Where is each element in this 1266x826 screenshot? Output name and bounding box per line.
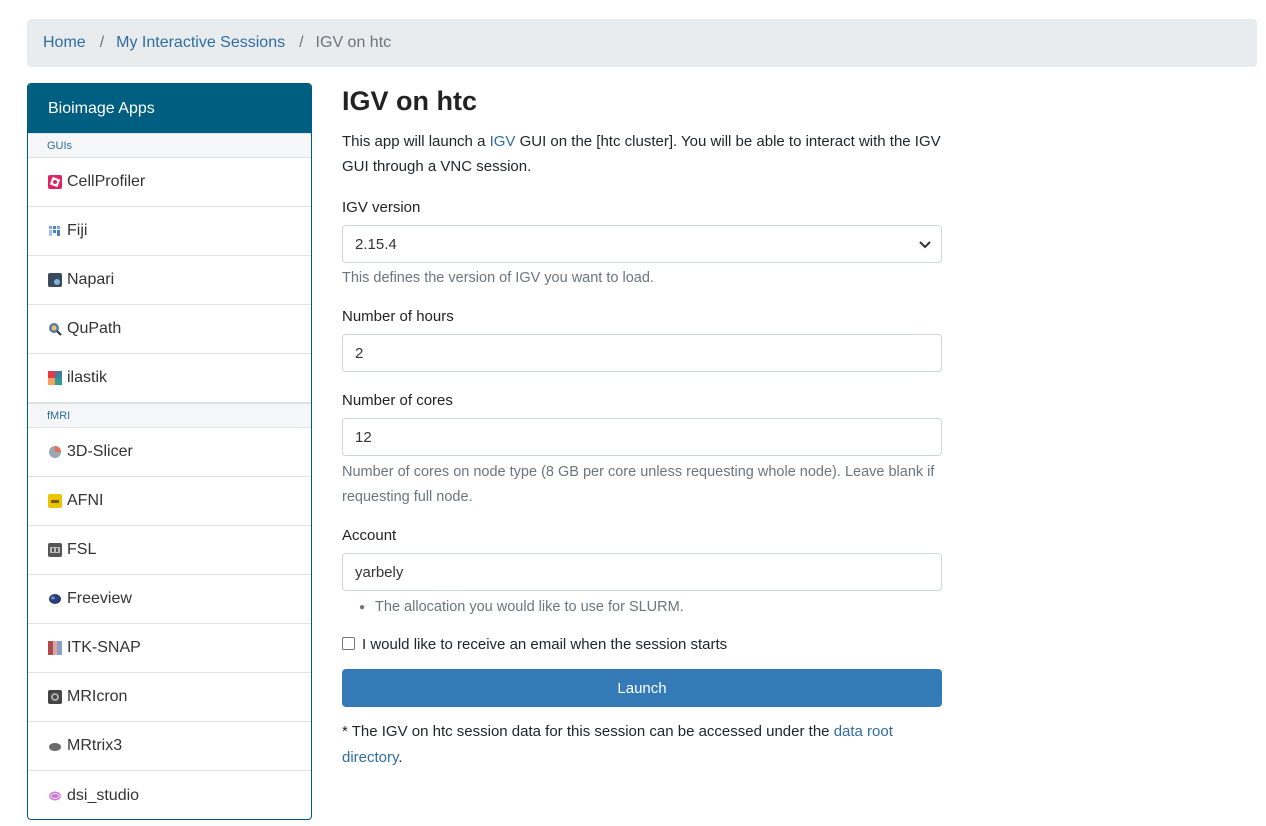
email-checkbox[interactable] xyxy=(342,637,355,650)
sidebar-item-fsl[interactable]: FSL xyxy=(28,526,311,575)
igv-link[interactable]: IGV xyxy=(490,133,516,150)
sidebar-item-label: FSL xyxy=(67,541,97,558)
sidebar-item-mricron[interactable]: MRIcron xyxy=(28,673,311,722)
account-value: yarbely xyxy=(355,563,404,581)
sidebar-item-label: Fiji xyxy=(67,222,88,239)
igv-version-help: This defines the version of IGV you want… xyxy=(342,270,654,286)
sidebar-item-ilastik[interactable]: ilastik xyxy=(28,354,311,403)
sidebar-section-fmri: fMRI xyxy=(28,403,311,428)
chevron-down-icon xyxy=(919,236,931,253)
sidebar-item-napari[interactable]: Napari xyxy=(28,256,311,305)
breadcrumb-sessions-link[interactable]: My Interactive Sessions xyxy=(116,34,285,52)
app-description: This app will launch a IGV GUI on the [h… xyxy=(342,133,941,175)
sidebar-item-label: CellProfiler xyxy=(67,173,146,190)
sidebar-item-freeview[interactable]: Freeview xyxy=(28,575,311,624)
sidebar-item-label: QuPath xyxy=(67,320,122,337)
footer-note: * The IGV on htc session data for this s… xyxy=(342,723,893,766)
account-label: Account xyxy=(342,527,397,544)
bullet-icon: ● xyxy=(359,602,366,613)
sidebar-item-qupath[interactable]: QuPath xyxy=(28,305,311,354)
sidebar-item-fiji[interactable]: Fiji xyxy=(28,207,311,256)
hours-value: 2 xyxy=(355,344,364,362)
igv-version-label: IGV version xyxy=(342,199,421,216)
email-checkbox-label[interactable]: I would like to receive an email when th… xyxy=(362,636,727,653)
sidebar-item-label: ilastik xyxy=(67,369,108,386)
session-form: IGV on htc This app will launch a IGV GU… xyxy=(342,83,942,771)
sidebar-item-label: AFNI xyxy=(67,492,104,509)
igv-version-select[interactable]: 2.15.4 xyxy=(342,225,942,263)
sidebar-section-guis: GUIs xyxy=(28,133,311,158)
sidebar-item-label: MRIcron xyxy=(67,688,128,705)
breadcrumb-separator: / xyxy=(299,34,304,51)
3d-slicer-icon xyxy=(48,445,62,459)
sidebar-item-label: ITK-SNAP xyxy=(67,639,141,656)
mrtrix3-icon xyxy=(48,739,62,753)
sidebar-item-itk-snap[interactable]: ITK-SNAP xyxy=(28,624,311,673)
sidebar: Bioimage Apps GUIs CellProfiler Fiji Nap… xyxy=(27,83,312,820)
cores-label: Number of cores xyxy=(342,392,453,409)
sidebar-item-mrtrix3[interactable]: MRtrix3 xyxy=(28,722,311,771)
ilastik-icon xyxy=(48,371,62,385)
cores-value: 12 xyxy=(355,428,372,446)
sidebar-item-label: Napari xyxy=(67,271,115,288)
dsi-studio-icon xyxy=(48,789,62,803)
sidebar-item-label: 3D-Slicer xyxy=(67,443,133,460)
sidebar-title: Bioimage Apps xyxy=(28,84,311,133)
fsl-icon xyxy=(48,543,62,557)
cores-help: Number of cores on node type (8 GB per c… xyxy=(342,464,935,505)
qupath-icon xyxy=(48,322,62,336)
freeview-icon xyxy=(48,592,62,606)
breadcrumb-current: IGV on htc xyxy=(315,34,392,51)
sidebar-item-label: dsi_studio xyxy=(67,786,140,804)
afni-icon xyxy=(48,494,62,508)
itk-snap-icon xyxy=(48,641,62,655)
account-help: ● The allocation you would like to use fo… xyxy=(359,599,684,615)
hours-input[interactable]: 2 xyxy=(342,334,942,372)
cellprofiler-icon xyxy=(48,175,62,189)
sidebar-item-cellprofiler[interactable]: CellProfiler xyxy=(28,158,311,207)
account-input[interactable]: yarbely xyxy=(342,553,942,591)
cores-input[interactable]: 12 xyxy=(342,418,942,456)
breadcrumb-home-link[interactable]: Home xyxy=(43,34,86,52)
hours-label: Number of hours xyxy=(342,308,454,325)
sidebar-item-label: Freeview xyxy=(67,590,132,607)
sidebar-item-3d-slicer[interactable]: 3D-Slicer xyxy=(28,428,311,477)
breadcrumb-separator: / xyxy=(99,34,105,51)
email-option: I would like to receive an email when th… xyxy=(342,636,942,653)
mricron-icon xyxy=(48,690,62,704)
sidebar-item-dsi-studio[interactable]: dsi_studio xyxy=(28,771,311,819)
sidebar-item-afni[interactable]: AFNI xyxy=(28,477,311,526)
igv-version-value: 2.15.4 xyxy=(355,235,397,253)
launch-button[interactable]: Launch xyxy=(342,669,942,707)
page-title: IGV on htc xyxy=(342,86,477,116)
fiji-icon xyxy=(48,224,62,238)
breadcrumb: Home / My Interactive Sessions / IGV on … xyxy=(27,19,1257,67)
napari-icon xyxy=(48,273,62,287)
sidebar-item-label: MRtrix3 xyxy=(67,737,123,754)
